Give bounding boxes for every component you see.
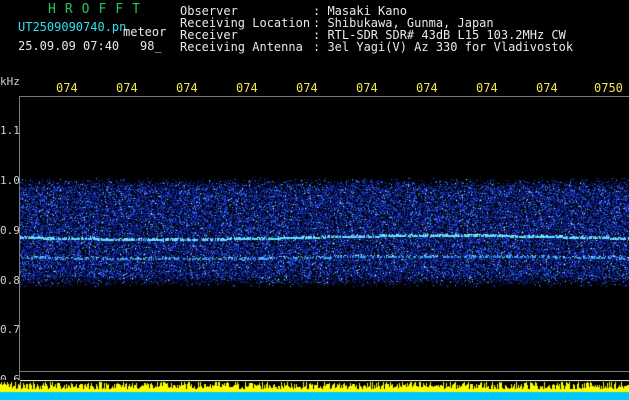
time-tick: 074 — [296, 81, 318, 95]
meteor-count: 98_ — [140, 39, 162, 53]
app-logo: HROFFT — [48, 2, 149, 17]
antenna-value: : 3el Yagi(V) Az 330 for Vladivostok — [313, 40, 574, 54]
axis-label-0-9: 0.9 — [0, 224, 20, 237]
axis-label-0-7: 0.7 — [0, 323, 20, 336]
time-tick: 074 — [56, 81, 78, 95]
time-tick: 074 — [536, 81, 558, 95]
spectrogram-waterfall — [20, 97, 629, 397]
file-name: UT2509090740.pn — [18, 20, 127, 34]
capture-datetime: 25.09.09 07:40 — [18, 39, 120, 53]
axis-label-1-1: 1.1 — [0, 124, 20, 137]
axis-label-0-8: 0.8 — [0, 274, 20, 287]
frequency-unit: kHz — [0, 75, 20, 88]
time-tick: 074 — [176, 81, 198, 95]
mode-label: meteor — [123, 25, 167, 39]
time-tick: 0750 — [594, 81, 623, 95]
time-tick: 074 — [356, 81, 378, 95]
time-tick: 074 — [116, 81, 138, 95]
hrofft-screen: HROFFT UT2509090740.pn meteor 25.09.09 0… — [0, 0, 629, 400]
antenna-label: Receiving Antenna — [180, 40, 303, 54]
time-tick: 074 — [476, 81, 498, 95]
axis-label-1-0: 1.0 — [0, 174, 20, 187]
plot-bottom-border — [20, 371, 629, 372]
time-tick: 074 — [416, 81, 438, 95]
time-tick: 074 — [236, 81, 258, 95]
signal-level-band — [0, 380, 629, 400]
